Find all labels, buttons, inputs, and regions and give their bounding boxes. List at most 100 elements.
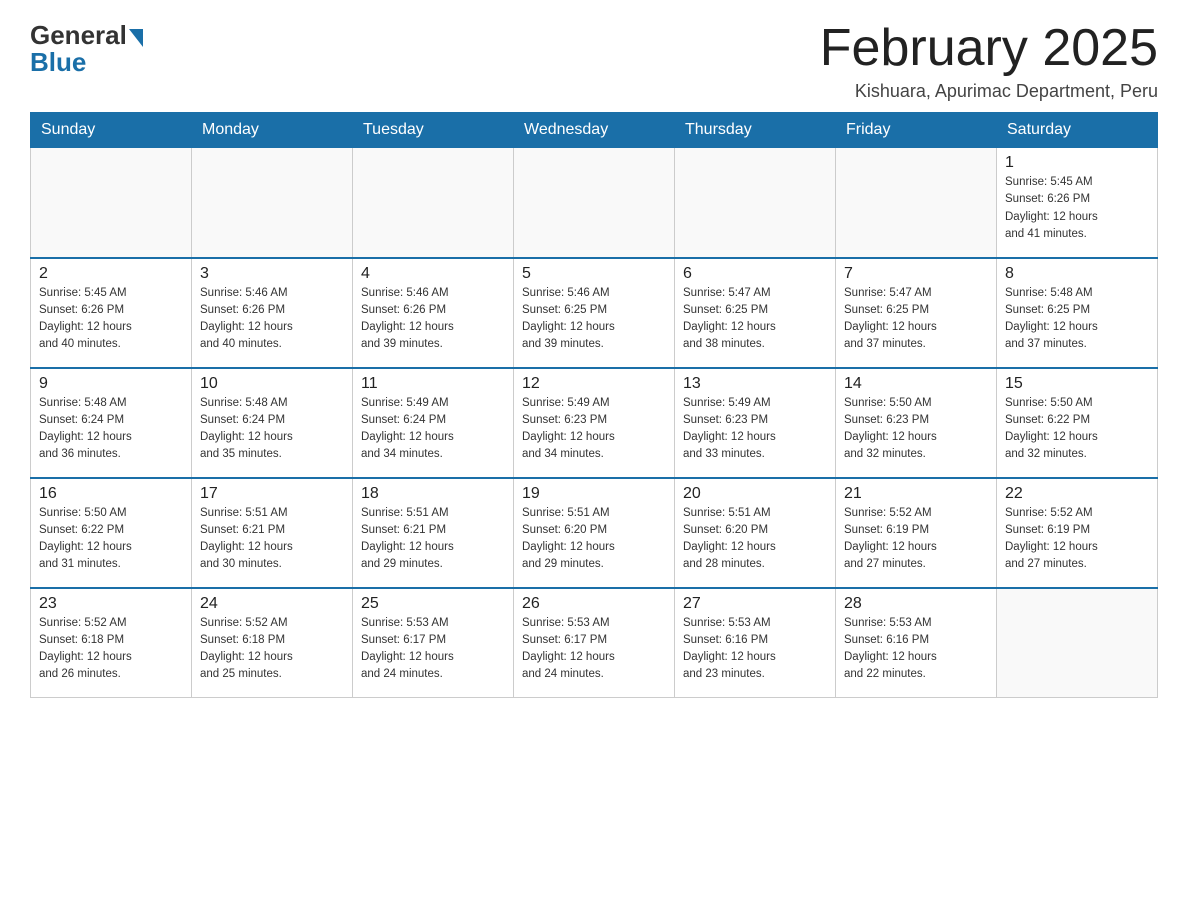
table-row: 19 Sunrise: 5:51 AM Sunset: 6:20 PM Dayli… bbox=[514, 478, 675, 588]
day-info: Sunrise: 5:47 AM Sunset: 6:25 PM Dayligh… bbox=[844, 285, 988, 354]
table-row: 13 Sunrise: 5:49 AM Sunset: 6:23 PM Dayli… bbox=[675, 368, 836, 478]
header-tuesday: Tuesday bbox=[353, 113, 514, 148]
weekday-header-row: Sunday Monday Tuesday Wednesday Thursday… bbox=[31, 113, 1158, 148]
table-row: 11 Sunrise: 5:49 AM Sunset: 6:24 PM Dayli… bbox=[353, 368, 514, 478]
day-info: Sunrise: 5:49 AM Sunset: 6:23 PM Dayligh… bbox=[522, 395, 666, 464]
calendar-table: Sunday Monday Tuesday Wednesday Thursday… bbox=[30, 112, 1158, 698]
day-info: Sunrise: 5:51 AM Sunset: 6:21 PM Dayligh… bbox=[361, 505, 505, 574]
day-number: 13 bbox=[683, 375, 827, 393]
day-number: 20 bbox=[683, 485, 827, 503]
table-row bbox=[31, 148, 192, 258]
table-row: 21 Sunrise: 5:52 AM Sunset: 6:19 PM Dayli… bbox=[836, 478, 997, 588]
calendar-week-row: 16 Sunrise: 5:50 AM Sunset: 6:22 PM Dayli… bbox=[31, 478, 1158, 588]
day-info: Sunrise: 5:53 AM Sunset: 6:17 PM Dayligh… bbox=[522, 615, 666, 684]
header-saturday: Saturday bbox=[997, 113, 1158, 148]
header-wednesday: Wednesday bbox=[514, 113, 675, 148]
day-info: Sunrise: 5:49 AM Sunset: 6:23 PM Dayligh… bbox=[683, 395, 827, 464]
day-info: Sunrise: 5:49 AM Sunset: 6:24 PM Dayligh… bbox=[361, 395, 505, 464]
table-row: 10 Sunrise: 5:48 AM Sunset: 6:24 PM Dayli… bbox=[192, 368, 353, 478]
month-title: February 2025 bbox=[820, 20, 1158, 77]
table-row: 27 Sunrise: 5:53 AM Sunset: 6:16 PM Dayli… bbox=[675, 588, 836, 698]
table-row: 4 Sunrise: 5:46 AM Sunset: 6:26 PM Daylig… bbox=[353, 258, 514, 368]
day-info: Sunrise: 5:50 AM Sunset: 6:22 PM Dayligh… bbox=[39, 505, 183, 574]
day-number: 7 bbox=[844, 265, 988, 283]
day-info: Sunrise: 5:46 AM Sunset: 6:26 PM Dayligh… bbox=[361, 285, 505, 354]
day-info: Sunrise: 5:52 AM Sunset: 6:19 PM Dayligh… bbox=[1005, 505, 1149, 574]
table-row bbox=[997, 588, 1158, 698]
day-info: Sunrise: 5:53 AM Sunset: 6:17 PM Dayligh… bbox=[361, 615, 505, 684]
day-number: 24 bbox=[200, 595, 344, 613]
header-thursday: Thursday bbox=[675, 113, 836, 148]
day-number: 17 bbox=[200, 485, 344, 503]
day-number: 11 bbox=[361, 375, 505, 393]
table-row: 23 Sunrise: 5:52 AM Sunset: 6:18 PM Dayli… bbox=[31, 588, 192, 698]
day-number: 22 bbox=[1005, 485, 1149, 503]
day-info: Sunrise: 5:51 AM Sunset: 6:20 PM Dayligh… bbox=[522, 505, 666, 574]
calendar-week-row: 23 Sunrise: 5:52 AM Sunset: 6:18 PM Dayli… bbox=[31, 588, 1158, 698]
day-number: 10 bbox=[200, 375, 344, 393]
table-row: 5 Sunrise: 5:46 AM Sunset: 6:25 PM Daylig… bbox=[514, 258, 675, 368]
table-row: 20 Sunrise: 5:51 AM Sunset: 6:20 PM Dayli… bbox=[675, 478, 836, 588]
table-row bbox=[192, 148, 353, 258]
day-number: 19 bbox=[522, 485, 666, 503]
day-info: Sunrise: 5:45 AM Sunset: 6:26 PM Dayligh… bbox=[1005, 174, 1149, 243]
table-row: 7 Sunrise: 5:47 AM Sunset: 6:25 PM Daylig… bbox=[836, 258, 997, 368]
table-row bbox=[675, 148, 836, 258]
table-row: 24 Sunrise: 5:52 AM Sunset: 6:18 PM Dayli… bbox=[192, 588, 353, 698]
header-friday: Friday bbox=[836, 113, 997, 148]
day-info: Sunrise: 5:46 AM Sunset: 6:25 PM Dayligh… bbox=[522, 285, 666, 354]
day-info: Sunrise: 5:48 AM Sunset: 6:24 PM Dayligh… bbox=[200, 395, 344, 464]
day-number: 5 bbox=[522, 265, 666, 283]
day-number: 9 bbox=[39, 375, 183, 393]
day-info: Sunrise: 5:53 AM Sunset: 6:16 PM Dayligh… bbox=[683, 615, 827, 684]
day-number: 18 bbox=[361, 485, 505, 503]
day-number: 14 bbox=[844, 375, 988, 393]
day-number: 16 bbox=[39, 485, 183, 503]
location-text: Kishuara, Apurimac Department, Peru bbox=[820, 81, 1158, 102]
day-number: 28 bbox=[844, 595, 988, 613]
day-number: 6 bbox=[683, 265, 827, 283]
day-number: 21 bbox=[844, 485, 988, 503]
day-info: Sunrise: 5:48 AM Sunset: 6:25 PM Dayligh… bbox=[1005, 285, 1149, 354]
table-row: 26Sunrise: 5:53 AM Sunset: 6:17 PM Dayli… bbox=[514, 588, 675, 698]
header-sunday: Sunday bbox=[31, 113, 192, 148]
table-row bbox=[836, 148, 997, 258]
day-info: Sunrise: 5:46 AM Sunset: 6:26 PM Dayligh… bbox=[200, 285, 344, 354]
table-row: 25 Sunrise: 5:53 AM Sunset: 6:17 PM Dayli… bbox=[353, 588, 514, 698]
day-number: 15 bbox=[1005, 375, 1149, 393]
day-number: 23 bbox=[39, 595, 183, 613]
logo: General Blue bbox=[30, 20, 143, 78]
day-info: Sunrise: 5:51 AM Sunset: 6:20 PM Dayligh… bbox=[683, 505, 827, 574]
day-number: 25 bbox=[361, 595, 505, 613]
day-info: Sunrise: 5:47 AM Sunset: 6:25 PM Dayligh… bbox=[683, 285, 827, 354]
table-row: 14 Sunrise: 5:50 AM Sunset: 6:23 PM Dayli… bbox=[836, 368, 997, 478]
day-info: Sunrise: 5:52 AM Sunset: 6:19 PM Dayligh… bbox=[844, 505, 988, 574]
day-info: Sunrise: 5:51 AM Sunset: 6:21 PM Dayligh… bbox=[200, 505, 344, 574]
day-number: 1 bbox=[1005, 154, 1149, 172]
table-row bbox=[353, 148, 514, 258]
table-row: 12Sunrise: 5:49 AM Sunset: 6:23 PM Dayli… bbox=[514, 368, 675, 478]
table-row: 1 Sunrise: 5:45 AM Sunset: 6:26 PM Daylig… bbox=[997, 148, 1158, 258]
table-row: 2 Sunrise: 5:45 AM Sunset: 6:26 PM Daylig… bbox=[31, 258, 192, 368]
day-info: Sunrise: 5:50 AM Sunset: 6:23 PM Dayligh… bbox=[844, 395, 988, 464]
table-row: 6 Sunrise: 5:47 AM Sunset: 6:25 PM Daylig… bbox=[675, 258, 836, 368]
calendar-week-row: 2 Sunrise: 5:45 AM Sunset: 6:26 PM Daylig… bbox=[31, 258, 1158, 368]
day-number: 2 bbox=[39, 265, 183, 283]
day-info: Sunrise: 5:53 AM Sunset: 6:16 PM Dayligh… bbox=[844, 615, 988, 684]
header-monday: Monday bbox=[192, 113, 353, 148]
day-number: 4 bbox=[361, 265, 505, 283]
day-number: 3 bbox=[200, 265, 344, 283]
title-section: February 2025 Kishuara, Apurimac Departm… bbox=[820, 20, 1158, 102]
calendar-week-row: 9 Sunrise: 5:48 AM Sunset: 6:24 PM Daylig… bbox=[31, 368, 1158, 478]
day-number: 8 bbox=[1005, 265, 1149, 283]
logo-arrow-icon bbox=[129, 29, 143, 47]
day-info: Sunrise: 5:52 AM Sunset: 6:18 PM Dayligh… bbox=[200, 615, 344, 684]
day-info: Sunrise: 5:52 AM Sunset: 6:18 PM Dayligh… bbox=[39, 615, 183, 684]
table-row: 9Sunrise: 5:48 AM Sunset: 6:24 PM Daylig… bbox=[31, 368, 192, 478]
table-row: 3 Sunrise: 5:46 AM Sunset: 6:26 PM Daylig… bbox=[192, 258, 353, 368]
day-number: 27 bbox=[683, 595, 827, 613]
table-row: 17 Sunrise: 5:51 AM Sunset: 6:21 PM Dayli… bbox=[192, 478, 353, 588]
day-info: Sunrise: 5:45 AM Sunset: 6:26 PM Dayligh… bbox=[39, 285, 183, 354]
table-row bbox=[514, 148, 675, 258]
table-row: 28 Sunrise: 5:53 AM Sunset: 6:16 PM Dayli… bbox=[836, 588, 997, 698]
